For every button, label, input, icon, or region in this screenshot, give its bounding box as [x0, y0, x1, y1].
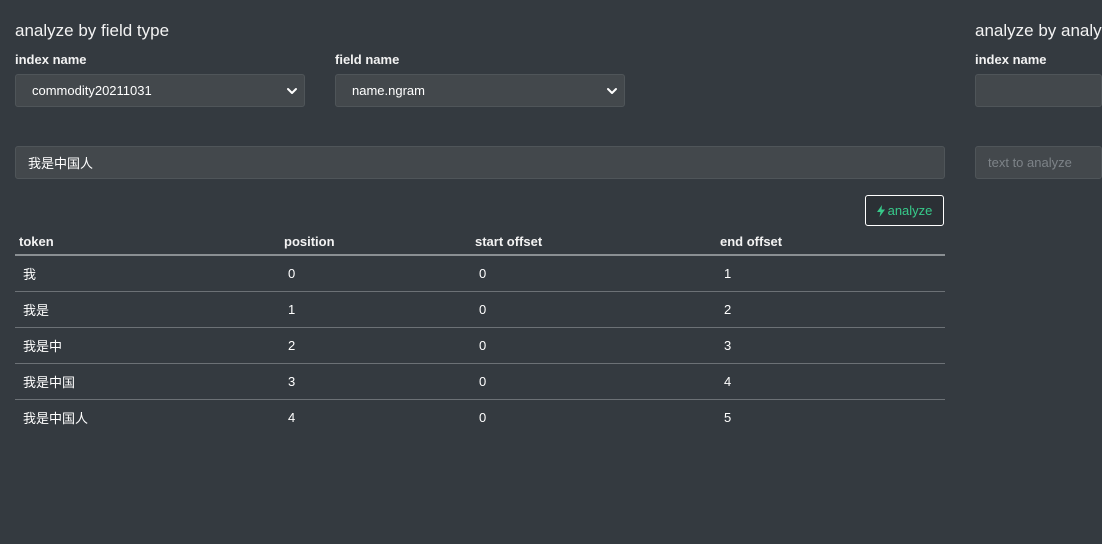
- analyzer-text-placeholder: text to analyze: [988, 155, 1072, 170]
- index-name-value: commodity20211031: [32, 83, 152, 98]
- analyzer-index-name-select[interactable]: [975, 74, 1102, 107]
- analyze-button-label: analyze: [887, 203, 933, 218]
- cell-token: 我: [15, 255, 280, 292]
- analyzer-text-input[interactable]: text to analyze: [975, 146, 1102, 179]
- cell-position: 2: [280, 327, 471, 364]
- cell-position: 3: [280, 363, 471, 400]
- analyze-button[interactable]: analyze: [865, 195, 944, 226]
- header-end-offset: end offset: [716, 228, 945, 256]
- cell-start-offset: 0: [471, 255, 716, 292]
- analyze-page: analyze by field type index name commodi…: [0, 0, 1102, 544]
- chevron-down-icon: [607, 88, 617, 94]
- header-token: token: [15, 228, 280, 256]
- analyzer-index-name-label: index name: [975, 52, 1047, 67]
- field-name-value: name.ngram: [352, 83, 425, 98]
- cell-token: 我是中: [15, 327, 280, 364]
- table-row: 我 0 0 1: [15, 255, 945, 292]
- text-to-analyze-value: 我是中国人: [28, 156, 94, 171]
- cell-position: 0: [280, 255, 471, 292]
- cell-start-offset: 0: [471, 291, 716, 328]
- cell-token: 我是: [15, 291, 280, 328]
- chevron-down-icon: [287, 88, 297, 94]
- cell-end-offset: 3: [716, 327, 945, 364]
- cell-token: 我是中国人: [23, 411, 89, 426]
- cell-start-offset: 0: [471, 363, 716, 400]
- cell-start-offset: 0: [471, 327, 716, 364]
- cell-end-offset: 2: [716, 291, 945, 328]
- table-row: 我是中国 3 0 4: [15, 363, 945, 400]
- field-name-select[interactable]: name.ngram: [335, 74, 625, 107]
- cell-token: 我是中国: [15, 363, 280, 400]
- index-name-select[interactable]: commodity20211031: [15, 74, 305, 107]
- table-row: 我是中 2 0 3: [15, 327, 945, 364]
- cell-end-offset: 4: [716, 363, 945, 400]
- table-row: 我是中国人 4 0 5: [15, 400, 945, 436]
- field-type-panel-title: analyze by field type: [15, 21, 170, 40]
- field-name-label: field name: [335, 52, 400, 67]
- header-start-offset: start offset: [471, 228, 716, 256]
- cell-end-offset: 5: [724, 410, 732, 425]
- index-name-label: index name: [15, 52, 87, 67]
- header-position: position: [280, 228, 471, 256]
- token-table: token position start offset end offset 我…: [15, 228, 945, 435]
- cell-end-offset: 1: [716, 255, 945, 292]
- text-to-analyze-input[interactable]: 我是中国人: [15, 146, 945, 179]
- cell-position: 1: [280, 291, 471, 328]
- table-row: 我是 1 0 2: [15, 291, 945, 328]
- cell-start-offset: 0: [479, 410, 487, 425]
- cell-position: 4: [288, 410, 296, 425]
- bolt-icon: [876, 204, 885, 217]
- analyzer-panel-title: analyze by analy: [975, 21, 1102, 40]
- token-table-header: token position start offset end offset: [15, 228, 945, 256]
